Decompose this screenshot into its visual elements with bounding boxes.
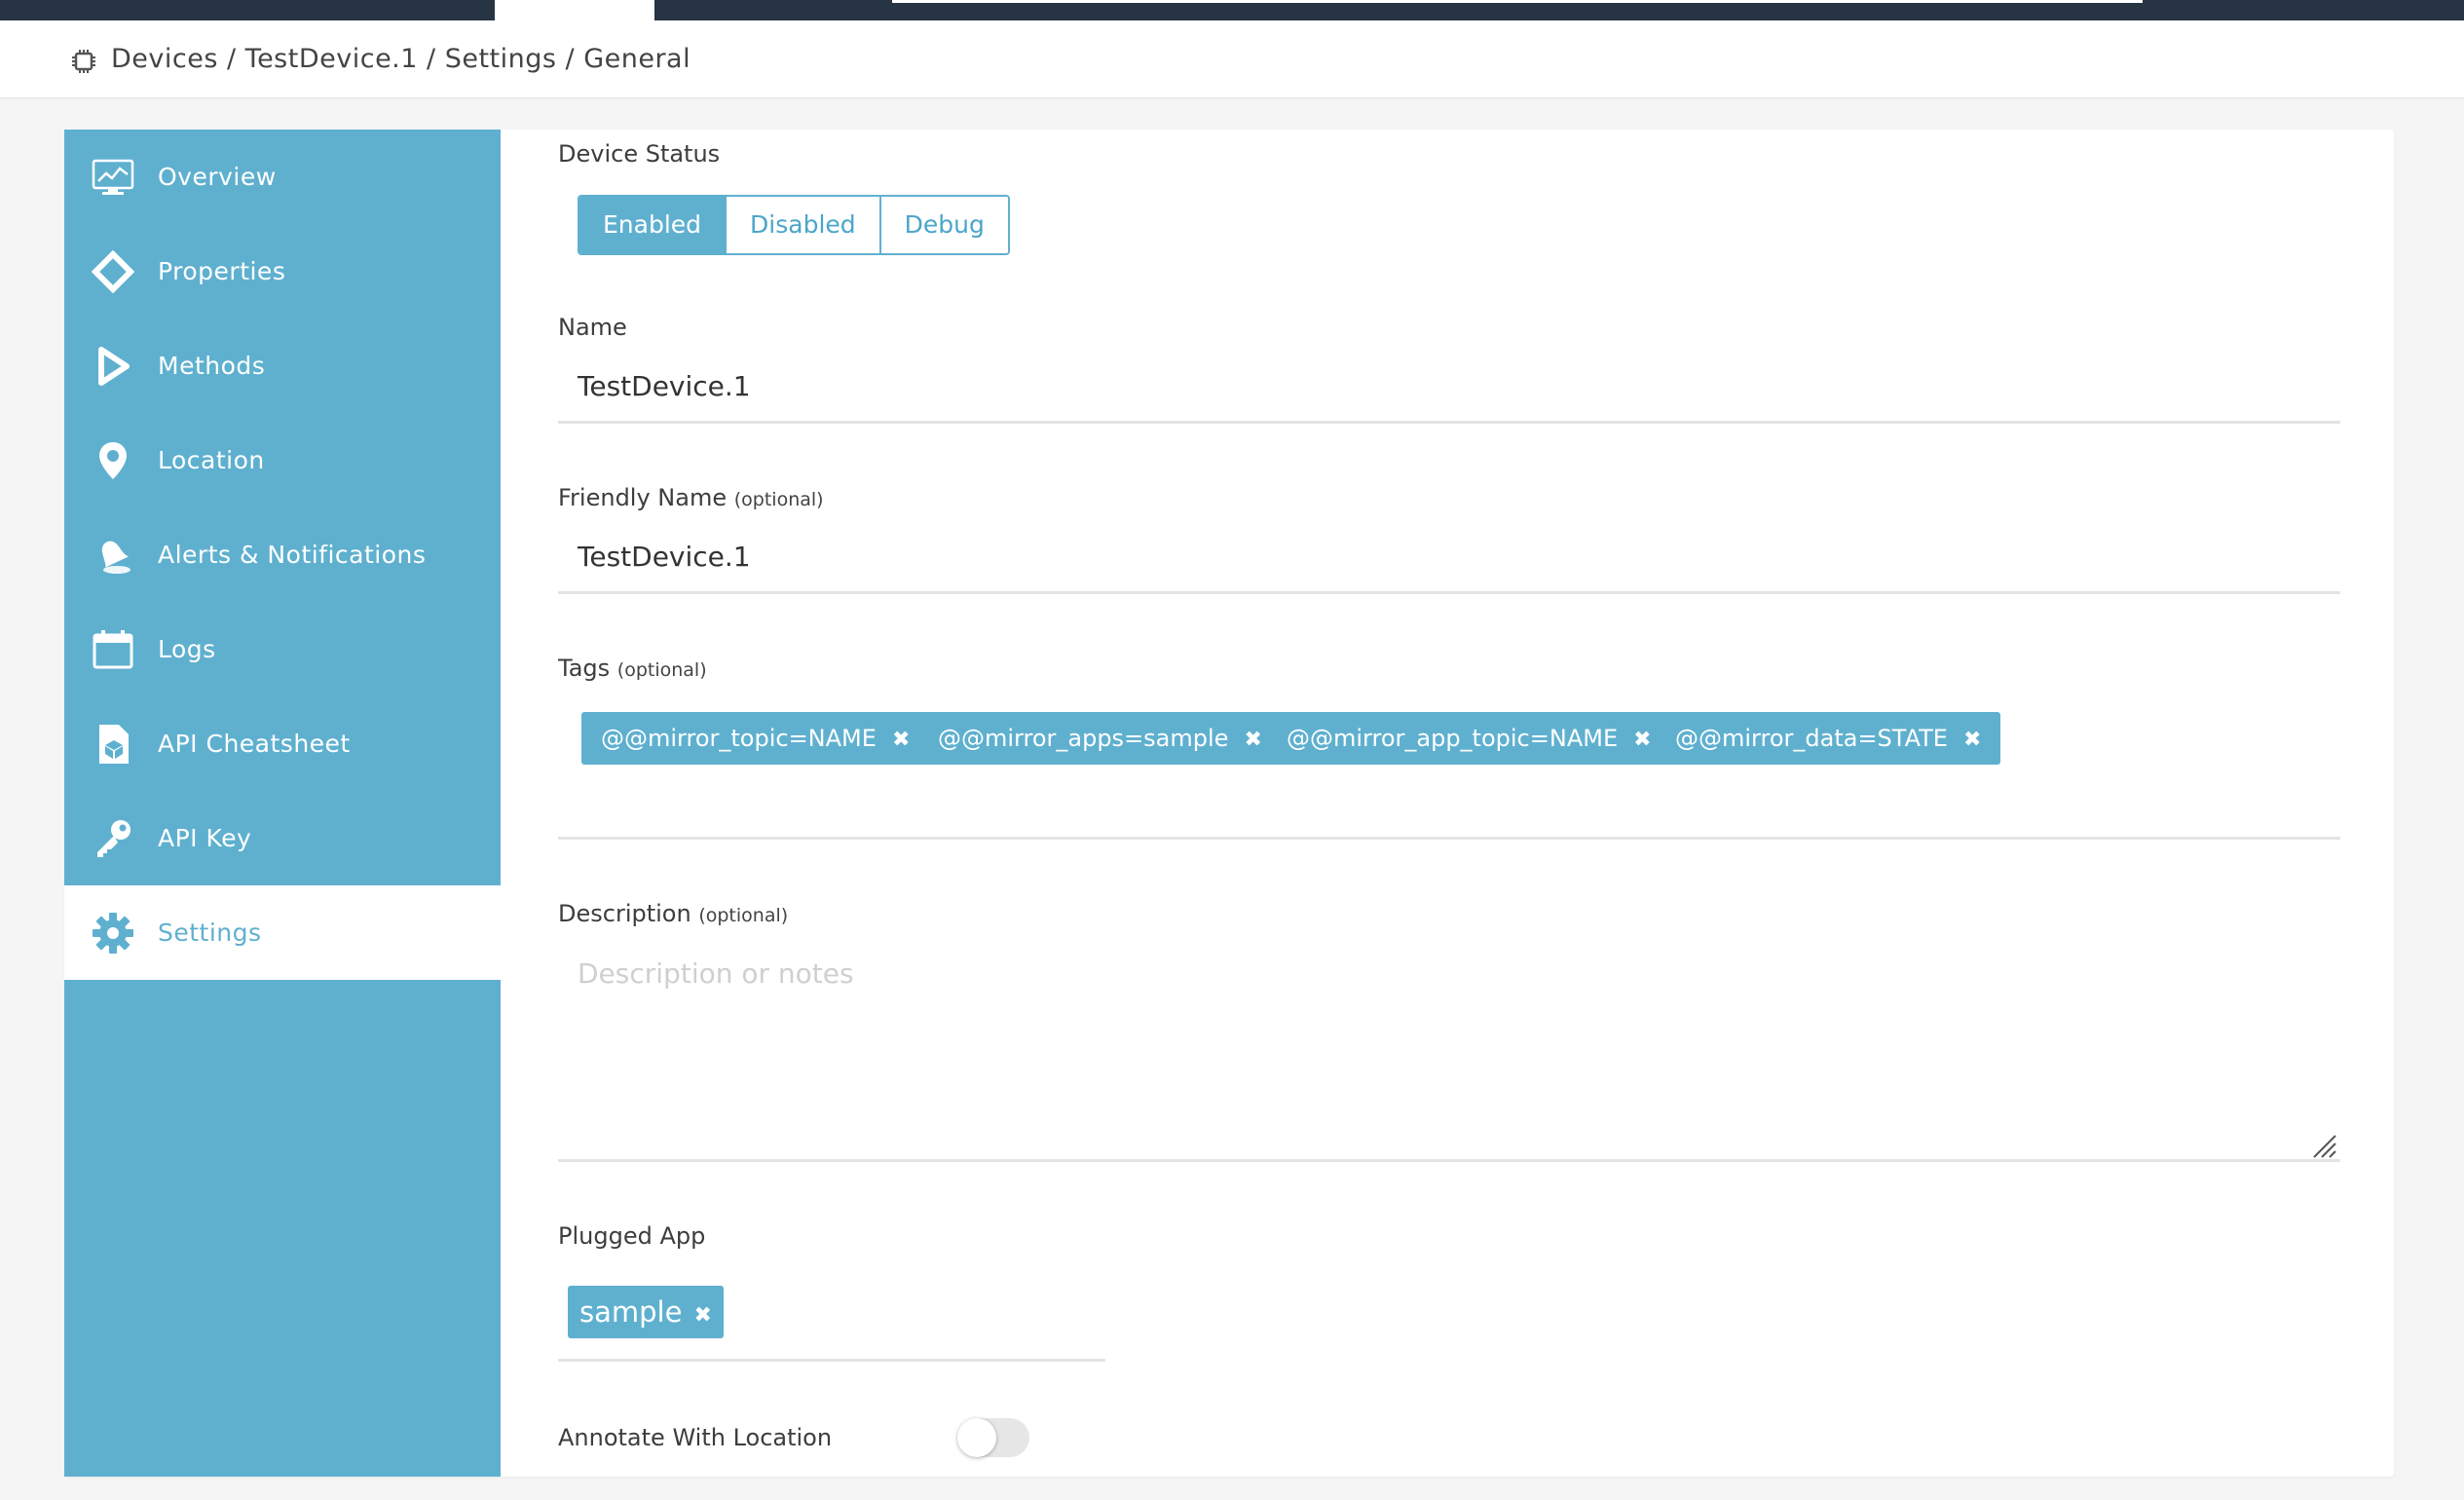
- tags-input-underline[interactable]: [558, 837, 2340, 840]
- sidebar-item-properties[interactable]: Properties: [64, 224, 501, 319]
- toggle-knob: [957, 1418, 996, 1457]
- annotate-location-toggle[interactable]: [957, 1418, 1029, 1457]
- status-debug-button[interactable]: Debug: [880, 197, 1008, 253]
- map-pin-icon: [99, 441, 127, 479]
- tag-remove-icon[interactable]: ✖: [1963, 728, 1981, 752]
- resize-handle-icon[interactable]: [2310, 1132, 2337, 1159]
- monitor-chart-icon: [92, 159, 134, 195]
- tag-remove-icon[interactable]: ✖: [892, 728, 910, 752]
- sidebar-item-label: Properties: [158, 257, 286, 285]
- friendly-name-input-underline: [558, 591, 2340, 594]
- document-cube-icon: [99, 724, 129, 764]
- play-icon: [98, 346, 130, 386]
- tag-chip: @@mirror_apps=sample ✖: [918, 712, 1282, 765]
- tag-chip-label: @@mirror_data=STATE: [1675, 725, 1948, 752]
- plugged-app-underline[interactable]: [558, 1359, 1105, 1362]
- sidebar-item-api-key[interactable]: API Key: [64, 791, 501, 885]
- status-enabled-button[interactable]: Enabled: [579, 197, 728, 253]
- tags-label: Tags (optional): [558, 655, 707, 682]
- description-textarea[interactable]: Description or notes: [578, 957, 854, 990]
- tag-chip: @@mirror_data=STATE ✖: [1656, 712, 2001, 765]
- chip-icon: [72, 50, 95, 73]
- sidebar-item-label: Settings: [158, 919, 262, 947]
- status-disabled-button[interactable]: Disabled: [727, 197, 881, 253]
- sidebar-item-logs[interactable]: Logs: [64, 602, 501, 696]
- plugged-app-label: Plugged App: [558, 1222, 706, 1250]
- tag-remove-icon[interactable]: ✖: [1633, 728, 1651, 752]
- sidebar-item-api-cheatsheet[interactable]: API Cheatsheet: [64, 696, 501, 791]
- description-underline: [558, 1159, 2340, 1162]
- tag-remove-icon[interactable]: ✖: [1244, 728, 1261, 752]
- plugged-app-remove-icon[interactable]: ✖: [693, 1303, 711, 1328]
- breadcrumb-bar: Devices / TestDevice.1 / Settings / Gene…: [0, 20, 2464, 98]
- plugged-app-chip: sample ✖: [568, 1286, 724, 1338]
- sidebar: Overview Properties Methods Location Ale…: [64, 130, 501, 1477]
- sidebar-item-label: Methods: [158, 352, 266, 380]
- device-status-toggle-group: Enabled Disabled Debug: [578, 195, 1010, 255]
- tag-chip: @@mirror_topic=NAME ✖: [581, 712, 930, 765]
- sidebar-item-label: API Cheatsheet: [158, 730, 351, 758]
- friendly-name-input[interactable]: TestDevice.1: [578, 541, 751, 573]
- sidebar-item-label: Overview: [158, 163, 277, 191]
- top-navbar: [0, 0, 2464, 20]
- name-input[interactable]: TestDevice.1: [578, 370, 751, 402]
- tag-chip-label: @@mirror_app_topic=NAME: [1287, 725, 1619, 752]
- sidebar-item-label: API Key: [158, 824, 252, 852]
- sidebar-item-label: Location: [158, 446, 265, 474]
- top-search-bar[interactable]: [892, 0, 2143, 3]
- tag-chip-label: @@mirror_topic=NAME: [601, 725, 877, 752]
- device-status-label: Device Status: [558, 140, 721, 168]
- annotate-location-label: Annotate With Location: [558, 1424, 833, 1451]
- calendar-icon: [93, 629, 133, 668]
- name-input-underline: [558, 421, 2340, 424]
- plugged-app-chip-label: sample: [579, 1295, 683, 1329]
- breadcrumb[interactable]: Devices / TestDevice.1 / Settings / Gene…: [111, 40, 691, 79]
- diamond-icon: [92, 249, 134, 293]
- sidebar-item-label: Logs: [158, 635, 216, 663]
- sidebar-item-label: Alerts & Notifications: [158, 541, 427, 569]
- friendly-name-label: Friendly Name (optional): [558, 484, 824, 511]
- sidebar-item-overview[interactable]: Overview: [64, 130, 501, 224]
- sidebar-item-alerts[interactable]: Alerts & Notifications: [64, 507, 501, 602]
- sidebar-item-methods[interactable]: Methods: [64, 319, 501, 413]
- description-label: Description (optional): [558, 900, 789, 927]
- tag-chip-label: @@mirror_apps=sample: [938, 725, 1229, 752]
- sidebar-item-settings[interactable]: Settings: [64, 885, 501, 980]
- active-nav-tab[interactable]: [495, 0, 654, 20]
- bell-icon: [101, 541, 131, 574]
- sidebar-item-location[interactable]: Location: [64, 413, 501, 507]
- tag-chip: @@mirror_app_topic=NAME ✖: [1267, 712, 1671, 765]
- name-label: Name: [558, 314, 627, 341]
- gear-icon: [93, 912, 133, 954]
- key-icon: [97, 819, 131, 857]
